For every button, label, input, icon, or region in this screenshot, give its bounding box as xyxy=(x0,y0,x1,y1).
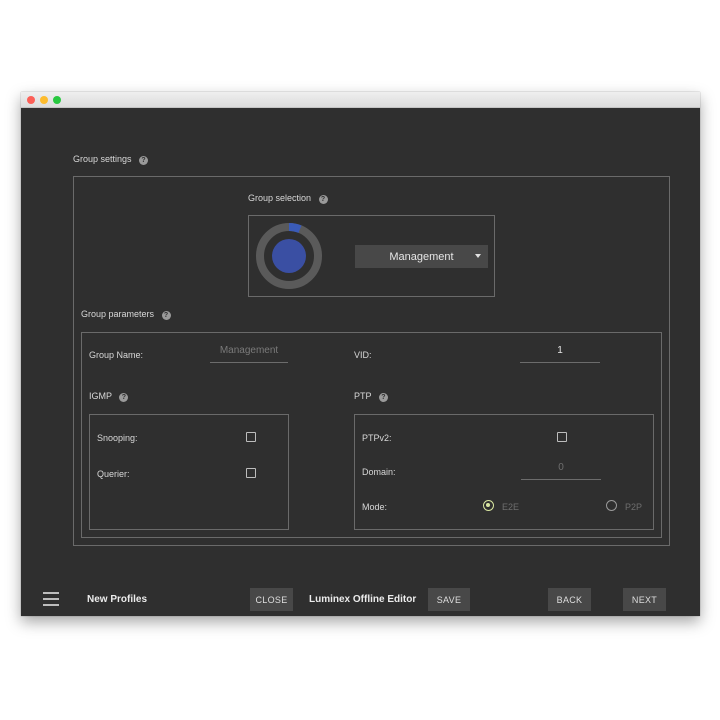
group-settings-heading: Group settings ? xyxy=(73,154,149,165)
help-icon[interactable]: ? xyxy=(161,311,171,320)
app-title: Luminex Offline Editor xyxy=(309,594,417,605)
mode-e2e-label: E2E xyxy=(502,502,520,512)
app-window: Group settings ? Group selection ? Manag… xyxy=(21,92,700,616)
group-parameters-heading: Group parameters ? xyxy=(81,309,171,320)
group-name-label: Group Name: xyxy=(89,350,144,360)
help-icon[interactable]: ? xyxy=(139,156,149,165)
close-button[interactable]: CLOSE xyxy=(250,588,293,611)
caret-down-icon xyxy=(475,254,481,258)
vid-label: VID: xyxy=(354,350,372,360)
ptp-title: PTP xyxy=(354,391,372,401)
group-selection-heading: Group selection ? xyxy=(248,193,328,204)
igmp-heading: IGMP ? xyxy=(89,391,129,402)
group-ring-icon xyxy=(256,223,322,289)
igmp-title: IGMP xyxy=(89,391,112,401)
maximize-window-icon[interactable] xyxy=(53,96,61,104)
title-bar xyxy=(21,92,700,108)
help-icon[interactable]: ? xyxy=(318,195,328,204)
ptpv2-checkbox[interactable] xyxy=(557,432,567,442)
snooping-checkbox[interactable] xyxy=(246,432,256,442)
save-button[interactable]: SAVE xyxy=(428,588,470,611)
help-icon[interactable]: ? xyxy=(119,393,129,402)
domain-input[interactable]: 0 xyxy=(521,462,601,480)
snooping-label: Snooping: xyxy=(97,433,138,443)
domain-label: Domain: xyxy=(362,467,396,477)
group-settings-title: Group settings xyxy=(73,154,132,164)
mode-e2e-radio[interactable] xyxy=(483,500,494,511)
close-window-icon[interactable] xyxy=(27,96,35,104)
domain-value: 0 xyxy=(558,462,564,473)
ptp-heading: PTP ? xyxy=(354,391,388,402)
group-name-input[interactable]: Management xyxy=(210,345,288,363)
profile-name: New Profiles xyxy=(87,594,148,605)
vid-input[interactable]: 1 xyxy=(520,345,600,363)
querier-label: Querier: xyxy=(97,469,130,479)
group-name-placeholder: Management xyxy=(219,345,279,356)
group-selection-title: Group selection xyxy=(248,193,312,203)
ptpv2-label: PTPv2: xyxy=(362,433,392,443)
ptp-panel xyxy=(354,414,654,530)
vid-value: 1 xyxy=(557,345,563,356)
help-icon[interactable]: ? xyxy=(378,393,388,402)
minimize-window-icon[interactable] xyxy=(40,96,48,104)
querier-checkbox[interactable] xyxy=(246,468,256,478)
mode-label: Mode: xyxy=(362,502,388,512)
mode-p2p-radio[interactable] xyxy=(606,500,617,511)
back-button[interactable]: BACK xyxy=(548,588,591,611)
menu-icon[interactable] xyxy=(43,592,59,606)
group-select-value: Management xyxy=(389,250,454,263)
group-parameters-title: Group parameters xyxy=(81,309,155,319)
next-button[interactable]: NEXT xyxy=(623,588,666,611)
mode-p2p-label: P2P xyxy=(625,502,643,512)
group-select-dropdown[interactable]: Management xyxy=(355,245,488,268)
